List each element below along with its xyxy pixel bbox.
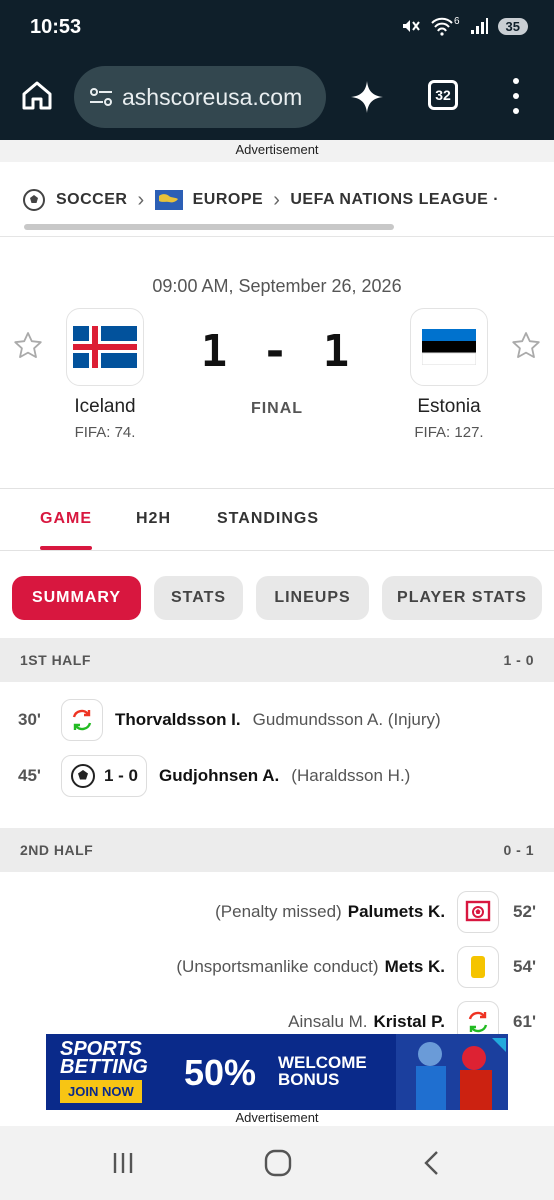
half-score: 0 - 1 (503, 842, 534, 858)
tab-game[interactable]: GAME (40, 510, 92, 528)
favorite-star-icon[interactable] (510, 330, 542, 362)
ad-brand: SPORTS BETTING (60, 1039, 148, 1078)
away-team-logo[interactable] (410, 308, 488, 386)
tab-switcher-button[interactable]: 32 (428, 80, 458, 110)
breadcrumb: SOCCER › EUROPE › UEFA NATIONS LEAGUE · (22, 172, 554, 228)
half-score: 1 - 0 (503, 652, 534, 668)
europe-flag-icon (154, 190, 183, 210)
signal-icon (470, 18, 488, 34)
substitution-icon (61, 699, 103, 741)
status-icons: 6 35 (400, 16, 528, 36)
away-team-rank: FIFA: 127. (414, 424, 484, 441)
event-row[interactable]: (Penalty missed) Palumets K. 52' (0, 890, 554, 934)
away-team-name[interactable]: Estonia (379, 396, 519, 418)
breadcrumb-region[interactable]: EUROPE (193, 191, 264, 209)
event-player[interactable]: Palumets K. (348, 902, 445, 922)
tab-h2h[interactable]: H2H (136, 510, 171, 528)
wifi-icon (431, 17, 453, 36)
breadcrumb-scrollbar[interactable] (24, 224, 394, 230)
event-player[interactable]: Kristal P. (374, 1012, 446, 1032)
yellow-card-icon (457, 946, 500, 988)
ad-offer-line: BONUS (278, 1070, 340, 1089)
event-secondary: Gudmundsson A. (Injury) (252, 710, 441, 729)
ad-offer: WELCOME BONUS (278, 1054, 367, 1088)
second-half-header: 2ND HALF 0 - 1 (0, 828, 554, 872)
soccer-ball-icon (23, 189, 45, 211)
event-player[interactable]: Gudjohnsen A. (159, 766, 279, 786)
pill-lineups[interactable]: LINEUPS (256, 576, 369, 620)
browser-toolbar: ashscoreusa.com 32 (0, 56, 554, 140)
status-bar: 10:53 6 35 (0, 0, 554, 56)
estonia-flag-icon (422, 329, 476, 365)
divider (0, 236, 554, 237)
event-minute: 30' (18, 710, 41, 729)
back-icon[interactable] (418, 1148, 448, 1178)
chevron-right-icon: › (273, 188, 281, 211)
sparkle-icon[interactable] (350, 80, 384, 114)
event-minute: 45' (18, 766, 41, 785)
url-text: ashscoreusa.com (122, 83, 303, 110)
pill-player-stats[interactable]: PLAYER STATS (382, 576, 542, 620)
soccer-ball-icon (71, 764, 95, 788)
divider (0, 550, 554, 551)
event-secondary: (Penalty missed) (215, 902, 342, 921)
url-bar[interactable]: ashscoreusa.com (74, 66, 326, 128)
tab-standings[interactable]: STANDINGS (217, 510, 319, 528)
mute-icon (402, 20, 420, 32)
event-minute: 52' (513, 902, 536, 921)
event-secondary: Ainsalu M. (288, 1012, 368, 1031)
ad-banner[interactable]: SPORTS BETTING JOIN NOW 50% WELCOME BONU… (46, 1034, 508, 1110)
event-row[interactable]: (Unsportsmanlike conduct) Mets K. 54' (0, 945, 554, 989)
status-time: 10:53 (30, 16, 82, 38)
menu-icon[interactable] (508, 78, 524, 114)
system-nav-bar (0, 1126, 554, 1200)
event-player[interactable]: Thorvaldsson I. (115, 710, 241, 730)
ad-percent: 50% (184, 1052, 257, 1093)
event-player[interactable]: Mets K. (385, 957, 445, 977)
recent-apps-icon[interactable] (108, 1148, 138, 1178)
event-secondary: (Unsportsmanlike conduct) (176, 957, 379, 976)
match-datetime: 09:00 AM, September 26, 2026 (152, 276, 402, 296)
chevron-right-icon: › (137, 188, 145, 211)
half-label: 2ND HALF (20, 842, 94, 858)
home-nav-icon[interactable] (263, 1148, 293, 1178)
breadcrumb-league[interactable]: UEFA NATIONS LEAGUE · (290, 191, 499, 209)
divider (0, 488, 554, 489)
penalty-missed-icon (457, 891, 500, 933)
pill-stats[interactable]: STATS (154, 576, 243, 620)
ad-label: Advertisement (235, 1110, 319, 1125)
goal-score: 1 - 0 (104, 766, 139, 785)
network-sup: 6 (453, 15, 460, 27)
pill-summary[interactable]: SUMMARY (12, 576, 141, 620)
ad-brand-line: BETTING (60, 1056, 148, 1078)
event-row[interactable]: 30' Thorvaldsson I. Gudmundsson A. (Inju… (0, 698, 554, 742)
half-label: 1ST HALF (20, 652, 91, 668)
home-team-rank: FIFA: 74. (74, 424, 136, 441)
goal-badge: 1 - 0 (61, 755, 148, 797)
event-minute: 61' (513, 1012, 536, 1031)
home-icon[interactable] (20, 78, 54, 112)
site-settings-icon[interactable] (88, 86, 114, 108)
battery-indicator: 35 (497, 17, 528, 35)
event-row[interactable]: 45' 1 - 0 Gudjohnsen A. (Haraldsson H.) (0, 754, 554, 798)
ad-players-image (396, 1034, 508, 1110)
ad-label: Advertisement (0, 140, 554, 162)
event-minute: 54' (513, 957, 536, 976)
ad-offer-line: WELCOME (278, 1053, 367, 1072)
event-secondary: (Haraldsson H.) (291, 766, 411, 785)
breadcrumb-sport[interactable]: SOCCER (56, 191, 127, 209)
ad-join-button[interactable]: JOIN NOW (60, 1080, 142, 1103)
first-half-header: 1ST HALF 1 - 0 (0, 638, 554, 682)
